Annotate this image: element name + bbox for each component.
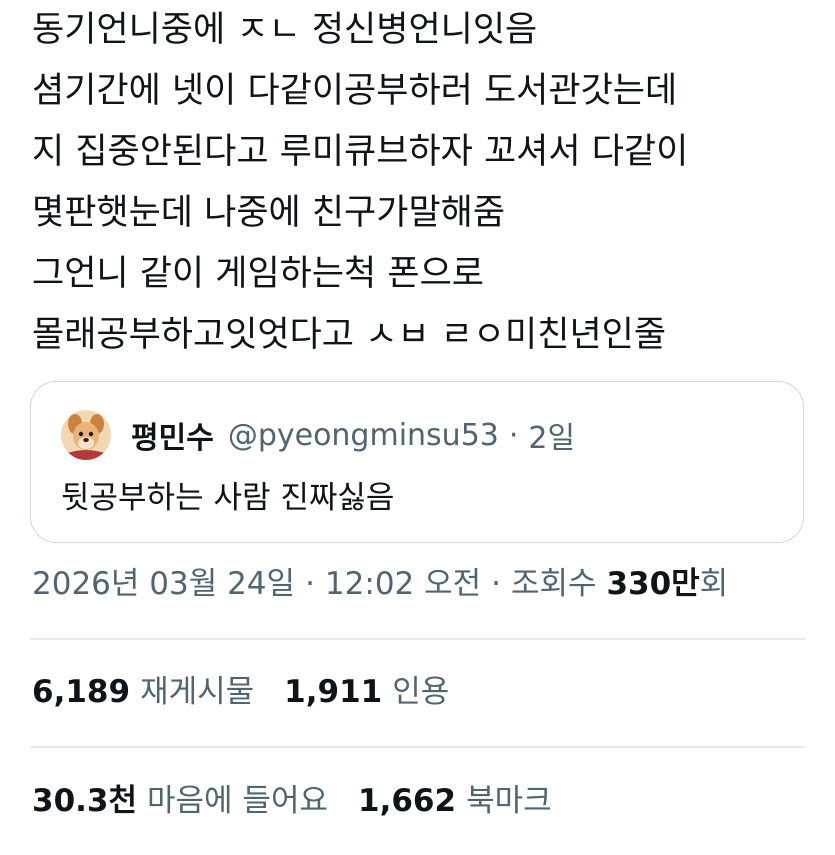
tweet-date[interactable]: 2026년 03월 24일 <box>32 566 295 602</box>
reposts-label: 재게시물 <box>140 674 255 710</box>
quoted-tweet-time[interactable]: 2일 <box>528 413 575 457</box>
bookmarks-link[interactable]: 1,662 북마크 <box>358 777 552 825</box>
stats-row-likes: 30.3천 마음에 들어요 1,662 북마크 <box>32 777 552 825</box>
quotes-link[interactable]: 1,911 인용 <box>284 668 449 716</box>
tweet-line: 지 집중안된다고 루미큐브하자 꼬셔서 다같이 <box>32 132 689 172</box>
likes-link[interactable]: 30.3천 마음에 들어요 <box>32 777 328 825</box>
tweet-line: 동기언니중에 ㅈㄴ 정신병언니잇음 <box>32 10 538 50</box>
views-suffix: 회 <box>699 566 729 602</box>
views-label: 조회수 <box>511 566 597 602</box>
quoted-author-handle[interactable]: @pyeongminsu53 <box>228 418 499 453</box>
separator-dot: · <box>491 566 502 602</box>
bookmarks-count: 1,662 <box>358 783 457 819</box>
quotes-label: 인용 <box>392 674 450 710</box>
reposts-link[interactable]: 6,189 재게시물 <box>32 668 254 716</box>
likes-count: 30.3천 <box>32 783 138 819</box>
tweet-meta: 2026년 03월 24일 · 12:02 오전 · 조회수 330만회 <box>32 560 728 608</box>
reposts-count: 6,189 <box>32 674 131 710</box>
tweet-time[interactable]: 12:02 오전 <box>325 566 481 602</box>
quoted-tweet-text: 뒷공부하는 사람 진짜싫음 <box>61 480 395 516</box>
tweet-line: 몰래공부하고잇엇다고 ㅅㅂ ㄹㅇ미친년인줄 <box>32 315 667 355</box>
likes-label: 마음에 들어요 <box>147 783 328 819</box>
divider <box>30 746 805 748</box>
tweet-text: 동기언니중에 ㅈㄴ 정신병언니잇음 셤기간에 넷이 다같이공부하러 도서관갓는데… <box>32 0 812 366</box>
quoted-author-name[interactable]: 평민수 <box>131 413 214 457</box>
quoted-tweet-header: 평민수 @pyeongminsu53 · 2일 <box>61 408 575 462</box>
quoted-tweet-card[interactable]: 평민수 @pyeongminsu53 · 2일 뒷공부하는 사람 진짜싫음 <box>30 381 804 543</box>
divider <box>30 638 805 640</box>
stats-row-reposts: 6,189 재게시물 1,911 인용 <box>32 668 449 716</box>
tweet-line: 그언니 같이 게임하는척 폰으로 <box>32 254 484 294</box>
separator-dot: · <box>305 566 315 602</box>
bookmarks-label: 북마크 <box>466 783 552 819</box>
views-count: 330만 <box>606 566 700 602</box>
tweet-line: 셤기간에 넷이 다같이공부하러 도서관갓는데 <box>32 71 678 111</box>
tweet-line: 몇판햇눈데 나중에 친구가말해줌 <box>32 193 506 233</box>
separator-dot: · <box>508 417 519 453</box>
dog-avatar-icon[interactable] <box>61 410 111 460</box>
quotes-count: 1,911 <box>284 674 383 710</box>
